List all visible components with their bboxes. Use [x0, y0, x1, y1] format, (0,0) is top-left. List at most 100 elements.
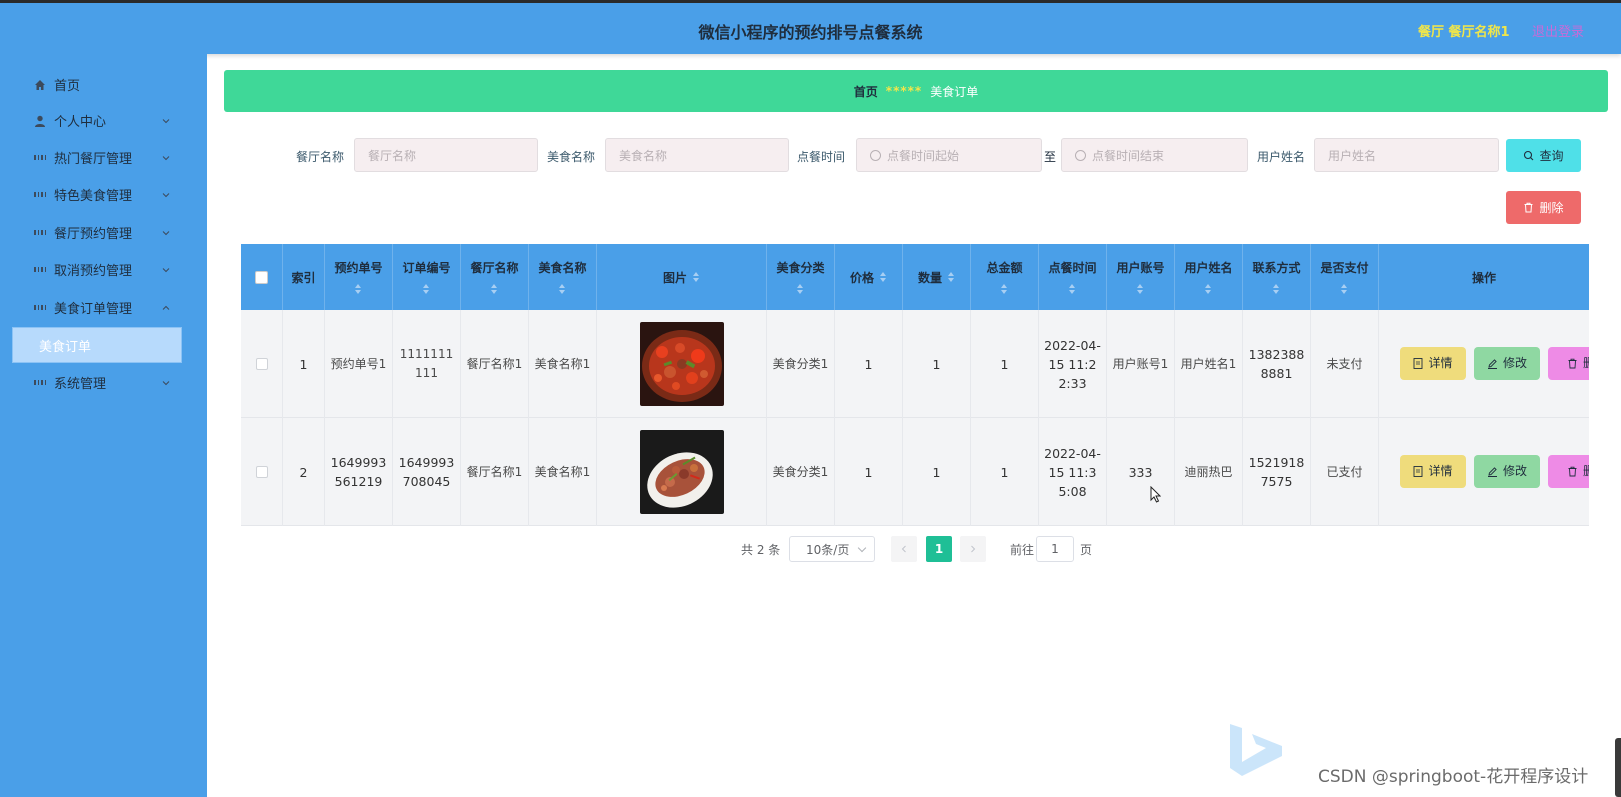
home-icon	[34, 79, 46, 91]
col-restaurant[interactable]: 餐厅名称	[461, 244, 529, 310]
detail-button[interactable]: 详情	[1400, 347, 1466, 380]
col-category[interactable]: 美食分类	[767, 244, 835, 310]
top-header: 微信小程序的预约排号点餐系统 餐厅 餐厅名称1 退出登录	[0, 0, 1621, 54]
detail-label: 详情	[1428, 464, 1453, 478]
sidebar-item-label: 系统管理	[54, 377, 107, 392]
col-label: 数量	[917, 270, 942, 285]
col-account[interactable]: 用户账号	[1107, 244, 1175, 310]
col-image[interactable]: 图片	[597, 244, 767, 310]
col-total[interactable]: 总金额	[971, 244, 1039, 310]
chevron-down-icon	[162, 230, 170, 235]
grid-icon	[34, 377, 46, 389]
col-food[interactable]: 美食名称	[529, 244, 597, 310]
sort-icon	[1273, 284, 1280, 295]
sidebar-item-cancellations[interactable]: 取消预约管理	[0, 251, 207, 288]
col-paid[interactable]: 是否支付	[1311, 244, 1379, 310]
col-qty[interactable]: 数量	[903, 244, 971, 310]
sidebar-item-food-orders[interactable]: 美食订单管理	[0, 289, 207, 326]
cell-phone: 15219187575	[1243, 418, 1311, 526]
sidebar-item-reservations[interactable]: 餐厅预约管理	[0, 214, 207, 251]
sidebar: 首页 个人中心 热门餐厅管理 特色美食管理 餐厅预约管理 取消预约管理 美食订单…	[0, 54, 207, 797]
col-label: 订单编号	[402, 261, 451, 275]
col-order-no[interactable]: 订单编号	[393, 244, 461, 310]
cell-price: 1	[835, 418, 903, 526]
food-name-input[interactable]: 美食名称	[605, 138, 789, 172]
food-image[interactable]	[639, 430, 724, 514]
user-name-label: 用户姓名	[1257, 150, 1306, 164]
delete-button[interactable]: 删	[1548, 455, 1589, 488]
batch-delete-label: 删除	[1539, 201, 1564, 215]
sidebar-item-special-food[interactable]: 特色美食管理	[0, 176, 207, 213]
breadcrumb-home[interactable]: 首页	[854, 83, 878, 100]
query-button[interactable]: 查询	[1506, 139, 1581, 172]
app-title: 微信小程序的预约排号点餐系统	[698, 23, 923, 42]
sidebar-item-system[interactable]: 系统管理	[0, 364, 207, 401]
cell-username: 迪丽热巴	[1175, 418, 1243, 526]
order-time-start-input[interactable]: 点餐时间起始	[856, 138, 1042, 172]
col-label: 美食名称	[538, 261, 587, 275]
row-select-cell	[241, 418, 283, 526]
page-size-value: 10条/页	[806, 542, 850, 557]
restaurant-name-input[interactable]: 餐厅名称	[354, 138, 538, 172]
csdn-watermark: CSDN @springboot-花开程序设计	[1318, 767, 1589, 787]
cell-paid: 已支付	[1311, 418, 1379, 526]
cell-time: 2022-04-15 11:22:33	[1039, 310, 1107, 418]
food-image[interactable]	[639, 322, 724, 406]
delete-button[interactable]: 删	[1548, 347, 1589, 380]
sort-icon	[880, 271, 887, 283]
col-username[interactable]: 用户姓名	[1175, 244, 1243, 310]
col-booking-no[interactable]: 预约单号	[325, 244, 393, 310]
trash-icon	[1524, 202, 1533, 213]
table-row: 2 1649993561219 1649993708045 餐厅名称1 美食名称…	[241, 418, 1589, 526]
sidebar-item-hot-restaurants[interactable]: 热门餐厅管理	[0, 139, 207, 176]
goto-page-input[interactable]: 1	[1036, 536, 1074, 562]
edit-button[interactable]: 修改	[1474, 455, 1540, 488]
sort-icon	[559, 284, 566, 295]
row-select-cell	[241, 310, 283, 418]
sidebar-subitem-food-orders[interactable]: 美食订单	[12, 327, 182, 363]
grid-icon	[34, 152, 46, 164]
breadcrumb-current: 美食订单	[930, 84, 979, 99]
row-checkbox[interactable]	[255, 466, 268, 478]
edit-button[interactable]: 修改	[1474, 347, 1540, 380]
cell-account: 用户账号1	[1107, 310, 1175, 418]
current-user: 餐厅 餐厅名称1	[1418, 25, 1510, 40]
prev-page-button[interactable]	[891, 536, 917, 562]
grid-icon	[34, 264, 46, 276]
sidebar-item-profile[interactable]: 个人中心	[0, 102, 207, 139]
page-suffix-label: 页	[1080, 543, 1093, 557]
logout-link[interactable]: 退出登录	[1532, 21, 1584, 40]
food-name-label: 美食名称	[547, 150, 596, 164]
page-size-select[interactable]: 10条/页	[789, 536, 875, 562]
col-label: 用户账号	[1116, 261, 1165, 275]
detail-button[interactable]: 详情	[1400, 455, 1466, 488]
col-label: 图片	[662, 270, 687, 285]
cell-total: 1	[971, 310, 1039, 418]
breadcrumb-separator: *****	[885, 84, 923, 98]
order-time-end-input[interactable]: 点餐时间结束	[1061, 138, 1248, 172]
trash-icon	[1568, 466, 1577, 477]
page-number-current[interactable]: 1	[926, 536, 952, 562]
sidebar-item-label: 美食订单管理	[54, 302, 133, 317]
col-phone[interactable]: 联系方式	[1243, 244, 1311, 310]
window-scrollbar[interactable]	[1615, 738, 1621, 797]
batch-delete-button[interactable]: 删除	[1506, 191, 1581, 224]
row-checkbox[interactable]	[255, 358, 268, 370]
select-all-checkbox[interactable]	[255, 270, 268, 284]
col-price[interactable]: 价格	[835, 244, 903, 310]
chevron-right-icon	[971, 545, 976, 553]
col-label: 餐厅名称	[470, 261, 519, 275]
col-time[interactable]: 点餐时间	[1039, 244, 1107, 310]
sort-icon	[1069, 284, 1076, 295]
sidebar-item-label: 首页	[54, 79, 81, 94]
col-label: 预约单号	[334, 261, 383, 275]
user-name-input[interactable]: 用户姓名	[1314, 138, 1499, 172]
sort-icon	[423, 284, 430, 295]
delete-label: 删	[1582, 356, 1589, 370]
cell-qty: 1	[903, 418, 971, 526]
range-separator: 至	[1044, 150, 1057, 164]
next-page-button[interactable]	[960, 536, 986, 562]
sort-icon	[491, 284, 498, 295]
sidebar-item-home[interactable]: 首页	[0, 66, 207, 103]
sort-icon	[948, 271, 955, 283]
